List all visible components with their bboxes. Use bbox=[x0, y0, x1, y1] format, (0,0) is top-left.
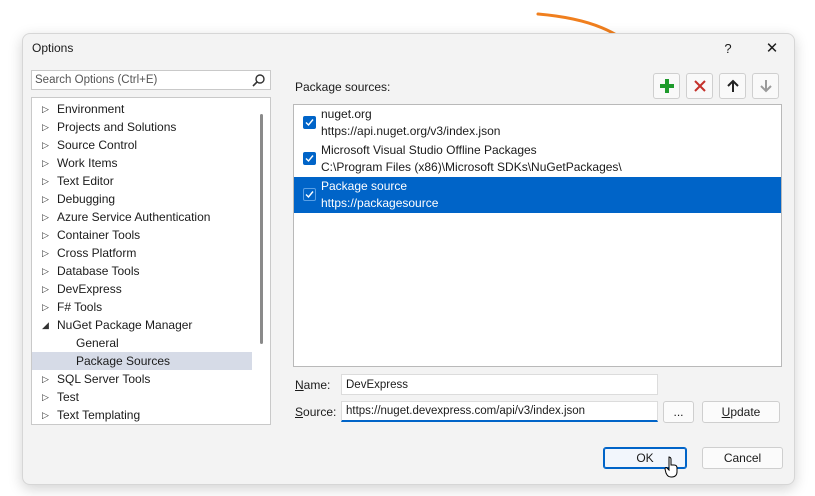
tree-item-container-tools[interactable]: ▷ Container Tools bbox=[32, 226, 270, 244]
tree-item-azure-service-authentication[interactable]: ▷ Azure Service Authentication bbox=[32, 208, 270, 226]
tree-item-source-control[interactable]: ▷ Source Control bbox=[32, 136, 270, 154]
collapsed-arrow-icon[interactable]: ▷ bbox=[42, 262, 49, 280]
move-up-button[interactable] bbox=[719, 73, 746, 99]
package-sources-label: Package sources: bbox=[295, 80, 391, 94]
window-title: Options bbox=[32, 41, 74, 55]
source-url: C:\Program Files (x86)\Microsoft SDKs\Nu… bbox=[321, 160, 622, 174]
collapsed-arrow-icon[interactable]: ▷ bbox=[42, 388, 49, 406]
source-name: nuget.org bbox=[321, 107, 372, 121]
tree-item-fsharp-tools[interactable]: ▷ F# Tools bbox=[32, 298, 270, 316]
collapsed-arrow-icon[interactable]: ▷ bbox=[42, 208, 49, 226]
source-label: Source: bbox=[295, 405, 337, 419]
source-enabled-checkbox[interactable] bbox=[303, 188, 316, 201]
tree-item-database-tools[interactable]: ▷ Database Tools bbox=[32, 262, 270, 280]
collapsed-arrow-icon[interactable]: ▷ bbox=[42, 298, 49, 316]
collapsed-arrow-icon[interactable]: ▷ bbox=[42, 100, 49, 118]
source-name: Package source bbox=[321, 179, 408, 193]
source-enabled-checkbox[interactable] bbox=[303, 152, 316, 165]
source-input[interactable] bbox=[341, 401, 658, 422]
update-button[interactable]: Update bbox=[702, 401, 780, 423]
name-label: Name: bbox=[295, 378, 331, 392]
arrow-up-icon bbox=[726, 79, 739, 92]
collapsed-arrow-icon[interactable]: ▷ bbox=[42, 370, 49, 388]
tree-item-cross-platform[interactable]: ▷ Cross Platform bbox=[32, 244, 270, 262]
tree-item-debugging[interactable]: ▷ Debugging bbox=[32, 190, 270, 208]
check-icon bbox=[305, 191, 314, 199]
options-search-input[interactable] bbox=[32, 71, 242, 89]
mouse-cursor-icon bbox=[664, 456, 678, 478]
browse-button[interactable]: ... bbox=[663, 401, 694, 423]
x-icon bbox=[693, 80, 706, 92]
tree-item-environment[interactable]: ▷ Environment bbox=[32, 100, 270, 118]
name-input[interactable] bbox=[341, 374, 658, 395]
tree-item-projects-and-solutions[interactable]: ▷ Projects and Solutions bbox=[32, 118, 270, 136]
collapsed-arrow-icon[interactable]: ▷ bbox=[42, 136, 49, 154]
source-enabled-checkbox[interactable] bbox=[303, 116, 316, 129]
tree-scrollbar[interactable] bbox=[260, 114, 263, 344]
plus-icon bbox=[659, 79, 674, 93]
title-bar: Options ? ✕ bbox=[23, 34, 794, 62]
options-dialog: Options ? ✕ ▷Environment ▷Projects and S… bbox=[22, 33, 795, 485]
expanded-arrow-icon[interactable]: ◢ bbox=[42, 316, 49, 334]
tree-item-test[interactable]: ▷ Test bbox=[32, 388, 270, 406]
source-url: https://api.nuget.org/v3/index.json bbox=[321, 124, 501, 138]
options-search-box bbox=[31, 70, 271, 90]
move-down-button[interactable] bbox=[752, 73, 779, 99]
source-name: Microsoft Visual Studio Offline Packages bbox=[321, 143, 537, 157]
tree-item-text-editor[interactable]: ▷ Text Editor bbox=[32, 172, 270, 190]
tree-item-work-items[interactable]: ▷ Work Items bbox=[32, 154, 270, 172]
collapsed-arrow-icon[interactable]: ▷ bbox=[42, 226, 49, 244]
collapsed-arrow-icon[interactable]: ▷ bbox=[42, 244, 49, 262]
check-icon bbox=[305, 119, 314, 127]
check-icon bbox=[305, 155, 314, 163]
options-tree: ▷ Environment ▷ Projects and Solutions ▷ So… bbox=[31, 97, 271, 425]
collapsed-arrow-icon[interactable]: ▷ bbox=[42, 154, 49, 172]
collapsed-arrow-icon[interactable]: ▷ bbox=[42, 172, 49, 190]
tree-item-package-sources[interactable]: Package Sources bbox=[32, 352, 252, 370]
tree-item-nuget-package-manager[interactable]: ◢ NuGet Package Manager bbox=[32, 316, 270, 334]
source-row-package-source[interactable]: Package source https://packagesource bbox=[294, 177, 781, 213]
collapsed-arrow-icon[interactable]: ▷ bbox=[42, 280, 49, 298]
collapsed-arrow-icon[interactable]: ▷ bbox=[42, 406, 49, 424]
source-url: https://packagesource bbox=[321, 196, 439, 210]
tree-item-sql-server-tools[interactable]: ▷ SQL Server Tools bbox=[32, 370, 270, 388]
source-row-nuget-org[interactable]: nuget.org https://api.nuget.org/v3/index… bbox=[294, 105, 781, 141]
arrow-down-icon bbox=[759, 80, 772, 93]
search-icon[interactable] bbox=[251, 73, 266, 88]
collapsed-arrow-icon[interactable]: ▷ bbox=[42, 118, 49, 136]
collapsed-arrow-icon[interactable]: ▷ bbox=[42, 190, 49, 208]
add-source-button[interactable] bbox=[653, 73, 680, 99]
package-sources-list: nuget.org https://api.nuget.org/v3/index… bbox=[293, 104, 782, 367]
source-row-vs-offline[interactable]: Microsoft Visual Studio Offline Packages… bbox=[294, 141, 781, 177]
cancel-button[interactable]: Cancel bbox=[702, 447, 783, 469]
tree-item-text-templating[interactable]: ▷ Text Templating bbox=[32, 406, 270, 424]
remove-source-button[interactable] bbox=[686, 73, 713, 99]
help-button[interactable]: ? bbox=[710, 36, 746, 60]
close-button[interactable]: ✕ bbox=[754, 36, 790, 60]
tree-item-devexpress[interactable]: ▷ DevExpress bbox=[32, 280, 270, 298]
tree-item-general[interactable]: General bbox=[32, 334, 270, 352]
